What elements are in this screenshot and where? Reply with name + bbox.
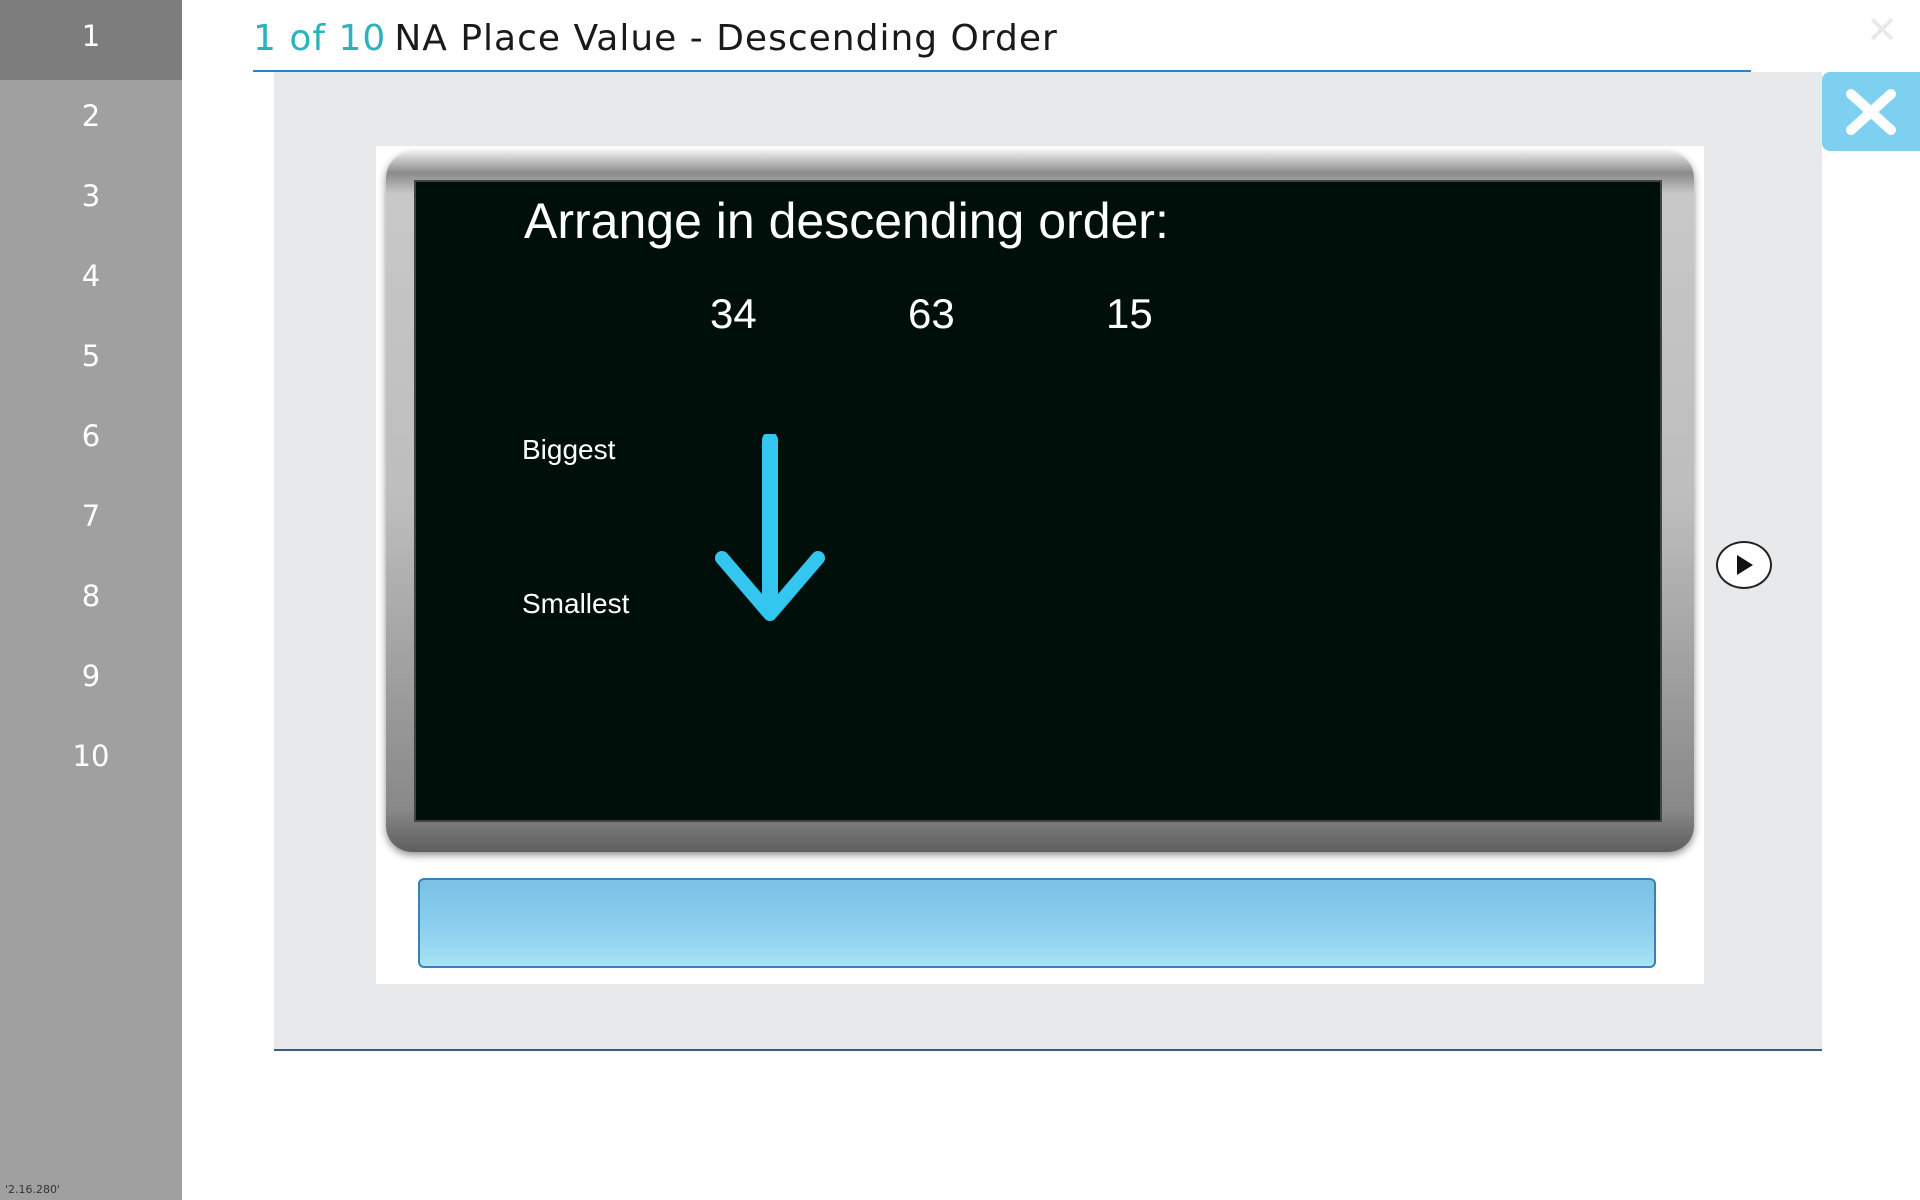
- answer-bar[interactable]: [418, 878, 1656, 968]
- close-icon: [1846, 88, 1896, 135]
- sidebar-item-1[interactable]: 1: [0, 0, 182, 80]
- sidebar-item-10[interactable]: 10: [0, 720, 182, 800]
- sidebar-item-5[interactable]: 5: [0, 320, 182, 400]
- lesson-title: NA Place Value - Descending Order: [394, 18, 1058, 59]
- sidebar-item-7[interactable]: 7: [0, 480, 182, 560]
- slide-counter: 1 of 10: [253, 18, 387, 59]
- slide-sidebar: 1 2 3 4 5 6 7 8 9 10 '2.16.280': [0, 0, 182, 1200]
- sidebar-item-4[interactable]: 4: [0, 240, 182, 320]
- play-button[interactable]: [1716, 541, 1772, 589]
- slide-frame: Arrange in descending order: 34 63 15 Bi…: [386, 152, 1694, 852]
- close-button[interactable]: [1822, 72, 1920, 151]
- close-icon[interactable]: ✕: [1866, 8, 1898, 52]
- label-smallest: Smallest: [522, 588, 630, 619]
- label-biggest: Biggest: [522, 434, 616, 465]
- version-label: '2.16.280': [5, 1183, 61, 1196]
- sidebar-item-6[interactable]: 6: [0, 400, 182, 480]
- page-title: 1 of 10 NA Place Value - Descending Order: [253, 18, 1751, 59]
- number-item: 63: [908, 290, 955, 337]
- number-item: 34: [710, 290, 757, 337]
- arrow-down-icon: [715, 434, 825, 621]
- number-item: 15: [1106, 290, 1153, 337]
- sidebar-item-2[interactable]: 2: [0, 80, 182, 160]
- chalkboard: Arrange in descending order: 34 63 15 Bi…: [414, 180, 1662, 822]
- sidebar-item-8[interactable]: 8: [0, 560, 182, 640]
- question-heading: Arrange in descending order:: [524, 193, 1169, 249]
- page-header: 1 of 10 NA Place Value - Descending Order: [253, 18, 1751, 72]
- sidebar-item-3[interactable]: 3: [0, 160, 182, 240]
- sidebar-item-9[interactable]: 9: [0, 640, 182, 720]
- play-icon: [1737, 555, 1753, 575]
- slide-card: Arrange in descending order: 34 63 15 Bi…: [376, 146, 1704, 984]
